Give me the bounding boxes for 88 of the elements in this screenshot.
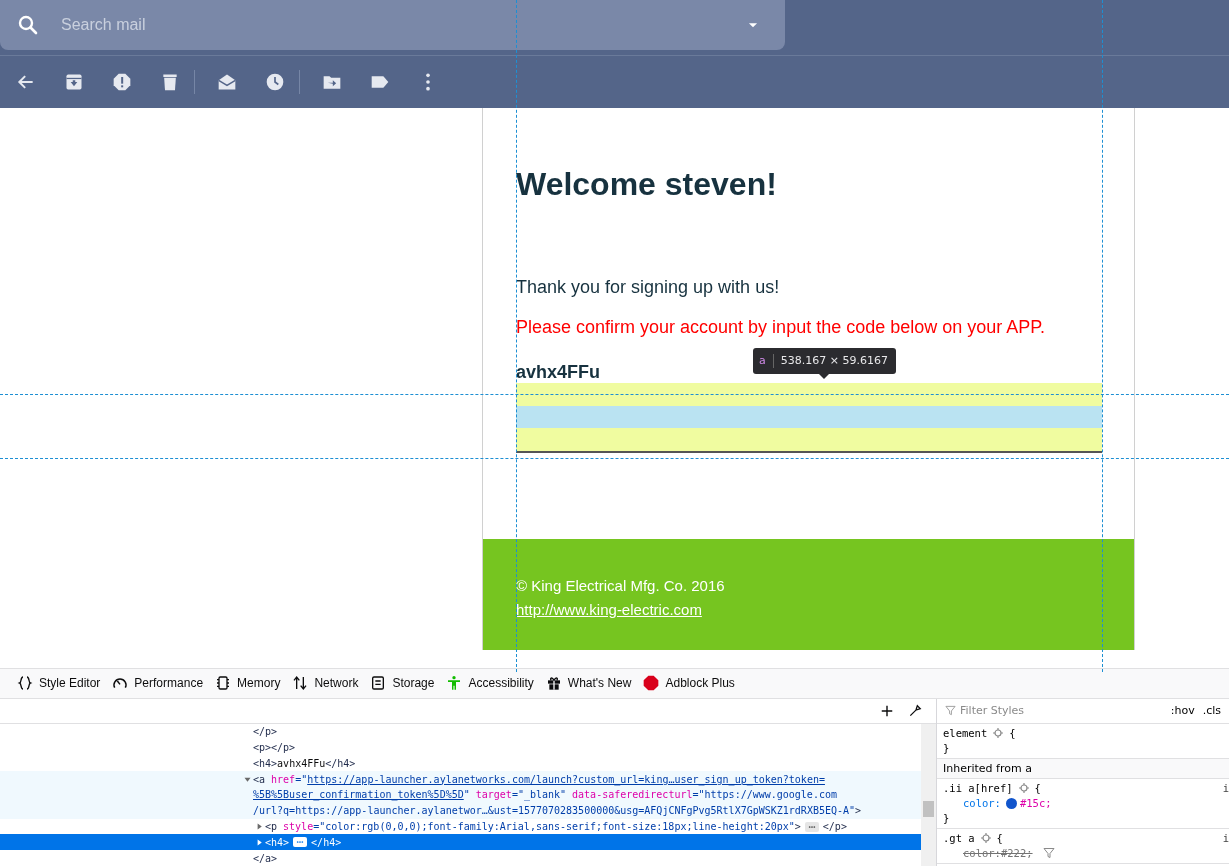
tag-name: <p></p> [253, 742, 296, 753]
devtools-tab[interactable]: What's New [545, 675, 632, 692]
attribute-name: target [475, 789, 512, 801]
markup-row[interactable]: <h4>avhx4FFu</h4> [0, 755, 921, 772]
text-content: avhx4FFu [277, 757, 326, 769]
scrollbar[interactable] [921, 723, 936, 866]
tag-name: </p> [253, 726, 278, 738]
accessibility-icon [446, 675, 463, 692]
devtools-tab[interactable]: Performance [112, 675, 204, 692]
toggle-button[interactable]: :hov [1170, 704, 1195, 718]
attribute-value: " [463, 789, 470, 801]
body-text: Thank you for signing up with us! [516, 275, 781, 298]
storage-icon [370, 675, 387, 692]
gift-icon [545, 675, 562, 692]
braces-icon [17, 675, 33, 692]
collapsed-arrow-icon[interactable] [255, 822, 264, 831]
attribute-value: /url?q=https://app-launcher.aylanetwor…&ust=1577070283500000&usg=AFQjCNFgPvg5RtlX7GpWSKZ1rdRXB5EQ-A" [253, 805, 856, 817]
markup-row[interactable]: <p style="color:rgb(0,0,0);font-family:Arial,sans-serif;font-size:18px;line-height:20px"> </p> [0, 818, 921, 835]
css-selector: .ii a[href] [943, 782, 1013, 795]
brace: } [943, 812, 950, 825]
brace: { [996, 832, 1003, 845]
tag-name: <p [265, 821, 278, 832]
alert-icon[interactable] [112, 71, 132, 92]
devtools-tab[interactable]: Style Editor [17, 675, 101, 692]
tag-name: </h4> [325, 757, 356, 769]
source-link[interactable]: i [1222, 782, 1229, 795]
attribute-value: =" [295, 773, 308, 785]
property-name: color: [963, 847, 1001, 860]
brace: { [1034, 782, 1041, 795]
markup-row[interactable]: </a> [0, 850, 921, 866]
tag-name: </h4> [311, 836, 342, 848]
node-target-icon[interactable] [979, 832, 992, 845]
clock-icon[interactable] [265, 71, 285, 92]
property-value: #15c; [1019, 797, 1052, 810]
node-target-icon[interactable] [992, 727, 1005, 740]
arrows-updown-icon [292, 675, 309, 692]
scrollbar-thumb[interactable] [923, 800, 934, 817]
tag-name: <h4> [265, 836, 290, 848]
more-badge[interactable] [293, 837, 308, 848]
add-icon[interactable] [880, 703, 894, 718]
devtools-tab[interactable]: Network [292, 675, 359, 692]
tag-name: <a [253, 773, 266, 785]
section-header: Inherited from a [937, 758, 1229, 779]
css-selector: element [943, 727, 988, 740]
attribute-name: style [283, 821, 314, 832]
tag-name: > [794, 821, 801, 832]
more-badge[interactable] [804, 821, 819, 832]
node-target-icon[interactable] [1017, 782, 1030, 795]
link[interactable]: %5B%5Buser_confirmation_token%5D%5D [253, 789, 464, 801]
eyedropper-icon[interactable] [908, 703, 922, 718]
chip-icon [215, 675, 232, 692]
source-link[interactable]: i [1222, 832, 1229, 845]
attribute-value: ="color:rgb(0,0,0);font-family:Arial,sans-serif;font-size:18px;line-height:20px" [313, 821, 795, 832]
devtools-tab[interactable]: Accessibility [446, 675, 534, 692]
property-name: color: [963, 797, 1001, 810]
link[interactable]: https://app-launcher.aylanetworks.com/launch?custom_url=king…user_sign_up_token?token= [307, 773, 825, 785]
filter-icon[interactable] [1042, 847, 1055, 860]
markup-row[interactable]: </p> [0, 723, 921, 740]
tag-name: </p> [822, 821, 847, 832]
search-field[interactable]: Search mail [59, 15, 363, 35]
devtools-tab[interactable]: Memory [215, 675, 281, 692]
markup-row[interactable]: <p></p> [0, 739, 921, 756]
tag-name: > [855, 805, 862, 817]
devtools-tab[interactable]: Storage [370, 675, 435, 692]
attribute-value: ="https://www.google.com [692, 789, 837, 801]
attribute-value: ="_blank" [511, 789, 567, 801]
brace: } [943, 742, 950, 755]
element-size-tooltip: a 538.167 × 59.6167 [753, 347, 896, 379]
search-icon [16, 13, 40, 37]
confirmation-code: avhx4FFu [516, 360, 601, 383]
tag-name: </a> [253, 852, 278, 864]
instruction-text: Please confirm your account by input the code below on your APP. [516, 315, 1046, 338]
brace: { [1009, 727, 1016, 740]
markup-row[interactable]: %5B%5Buser_confirmation_token%5D%5D" target="_blank" data-saferedirecturl="https://www.google.com [0, 787, 921, 803]
filter-field[interactable]: Filter Styles [960, 704, 1040, 718]
color-swatch[interactable] [1005, 797, 1017, 809]
markup-row[interactable]: <h4> </h4> [0, 834, 921, 851]
attribute-name: href [271, 773, 296, 785]
collapsed-arrow-icon[interactable] [255, 837, 264, 847]
attribute-name: data-saferedirecturl [572, 789, 693, 801]
markup-row[interactable]: <a href="https://app-launcher.aylanetworks.com/launch?custom_url=king…user_sign_up_token?token= [0, 771, 921, 787]
devtools-tab[interactable]: Adblock Plus [643, 675, 735, 692]
property-value: #222; [1000, 847, 1033, 860]
tag-name: <h4> [253, 757, 278, 769]
filter-icon [945, 705, 956, 717]
toggle-button[interactable]: .cls [1202, 704, 1221, 718]
css-selector: .gt a [943, 832, 975, 845]
email-heading: Welcome steven! [516, 164, 778, 204]
